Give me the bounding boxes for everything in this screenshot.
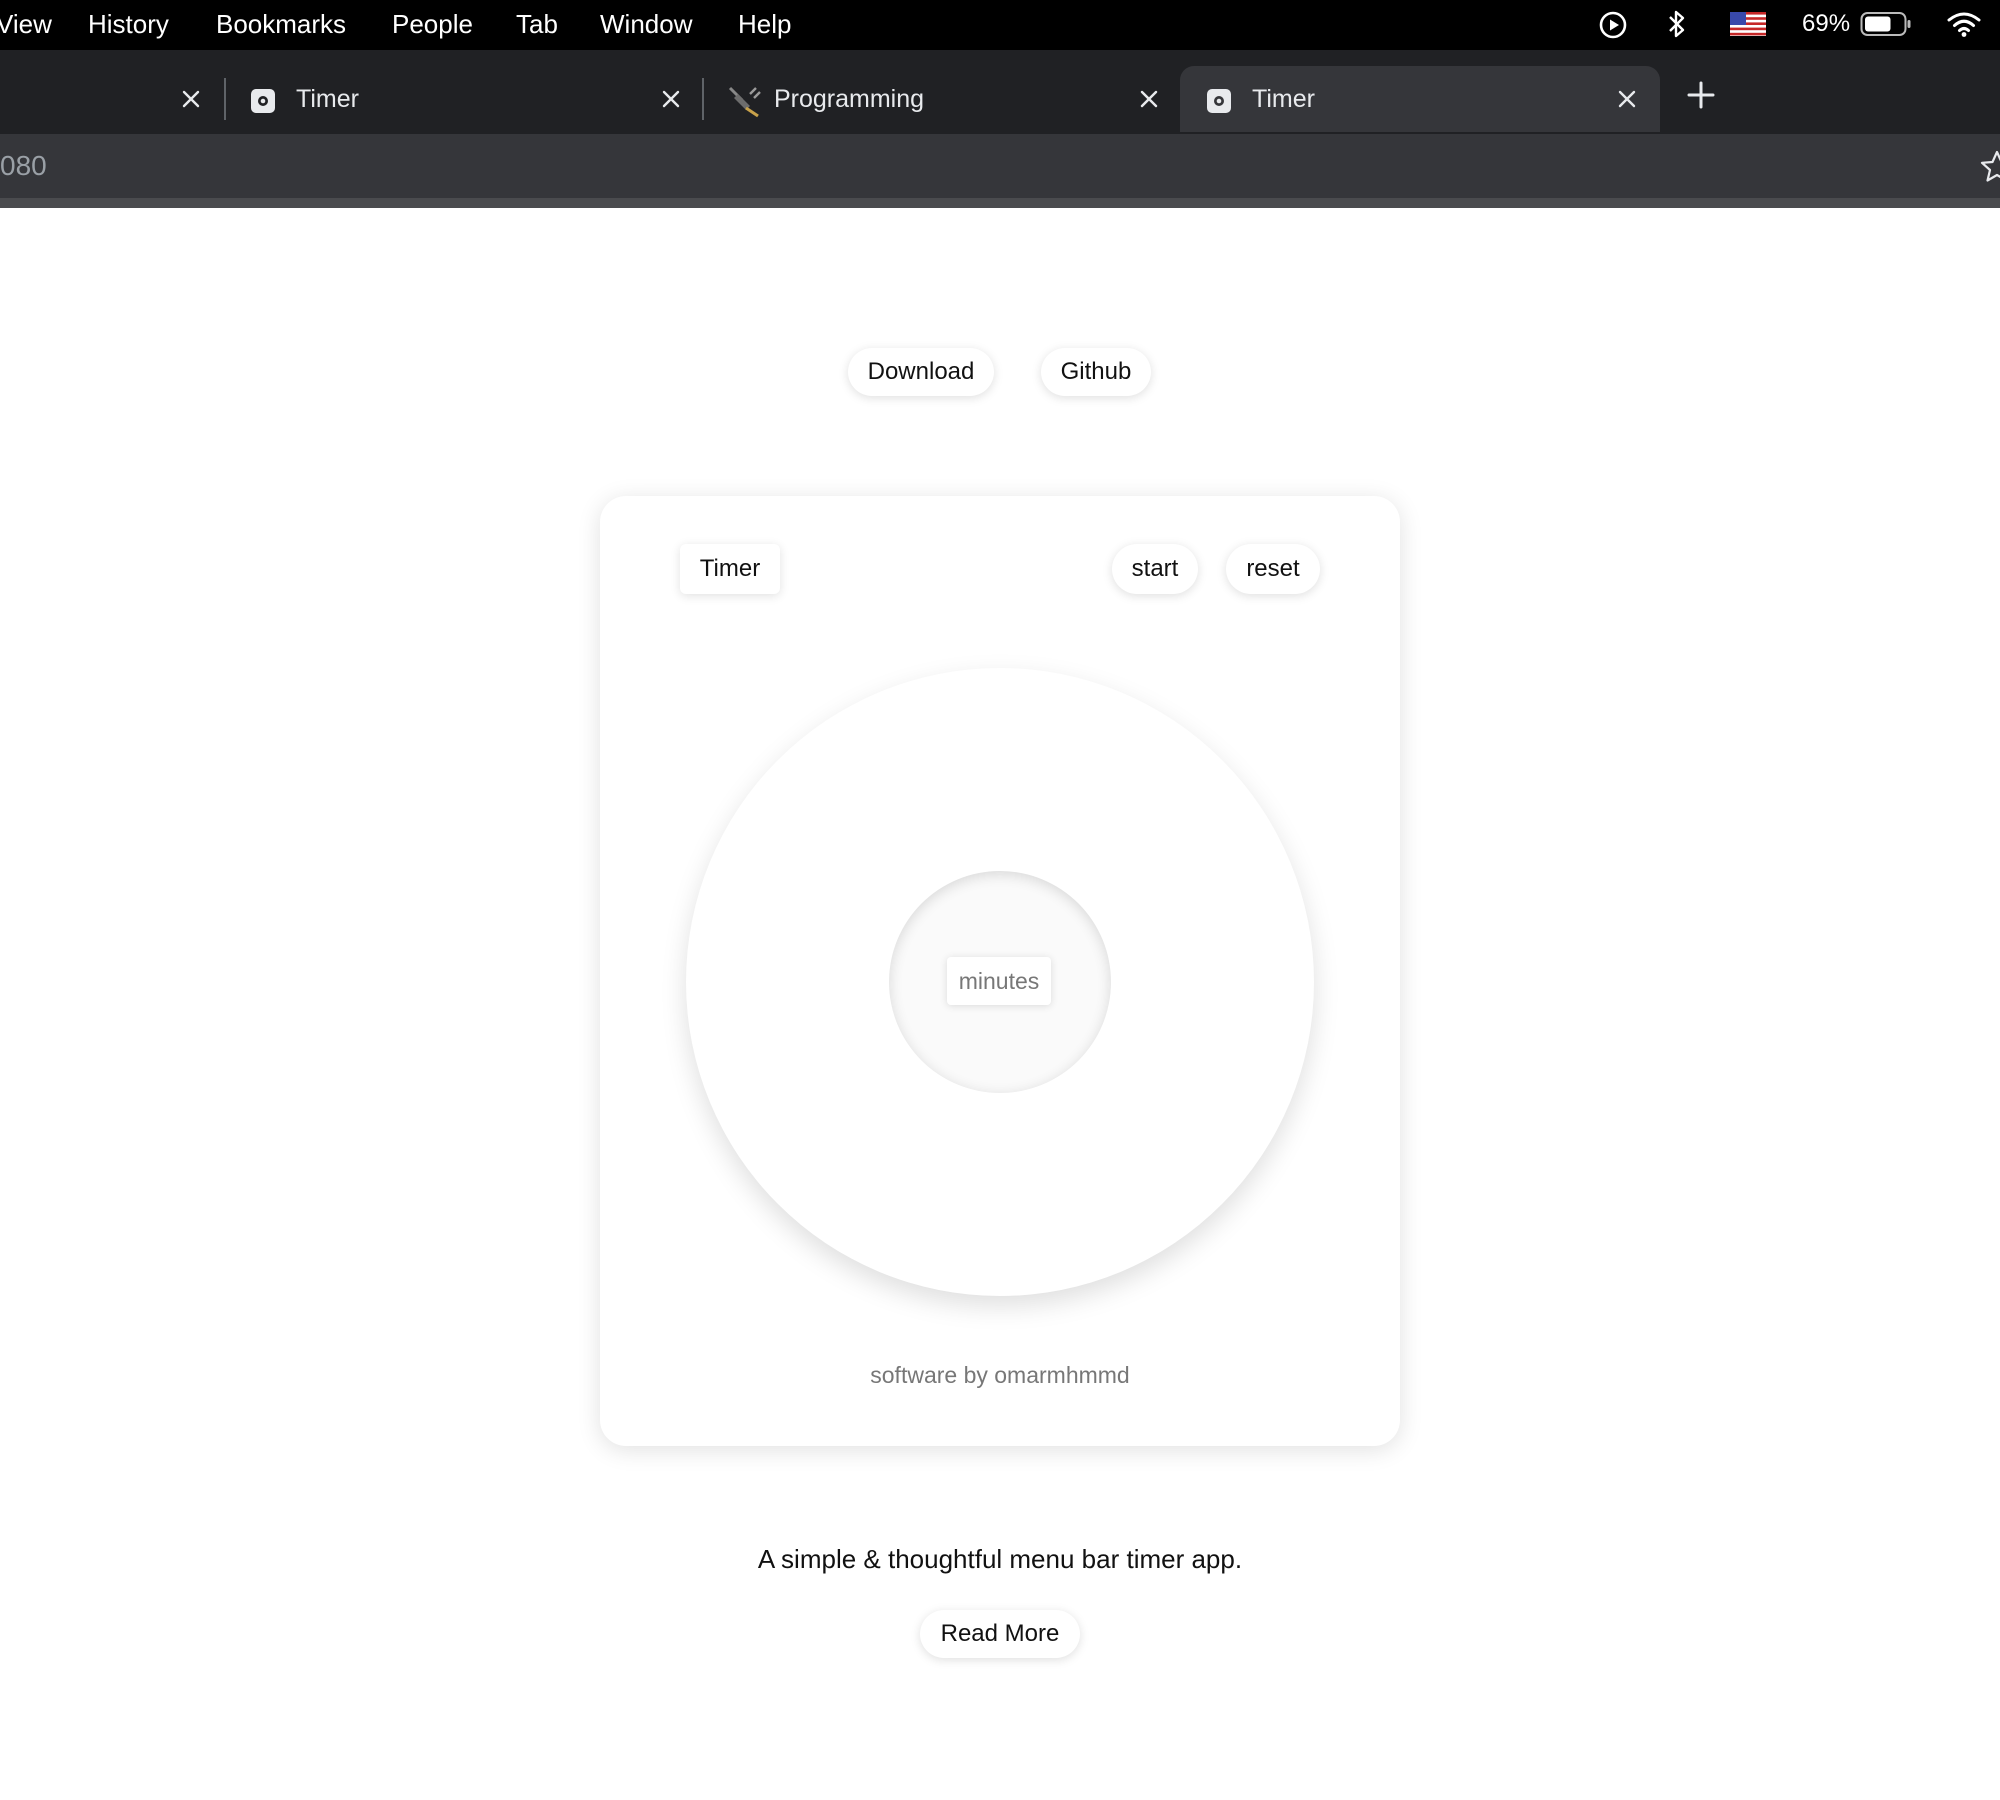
minutes-input[interactable]: minutes <box>947 957 1051 1005</box>
battery-icon[interactable] <box>1860 11 1912 42</box>
close-tab-icon[interactable] <box>660 88 682 115</box>
close-tab-icon[interactable] <box>180 88 202 115</box>
macos-menu-bar: View History Bookmarks People Tab Window… <box>0 0 2000 50</box>
tab-partial[interactable] <box>0 66 222 132</box>
new-tab-plus-icon[interactable] <box>1686 80 1716 115</box>
tagline-text: A simple & thoughtful menu bar timer app… <box>757 1544 1243 1574</box>
start-button[interactable]: start <box>1112 544 1198 594</box>
bluetooth-icon[interactable] <box>1666 8 1688 45</box>
battery-percent: 69% <box>1802 10 1851 37</box>
timer-dial[interactable]: minutes <box>686 668 1314 1296</box>
menu-view[interactable]: View <box>0 0 52 50</box>
close-tab-icon[interactable] <box>1616 88 1638 115</box>
download-button[interactable]: Download <box>848 348 994 396</box>
toolbar-divider <box>0 198 2000 208</box>
menu-people[interactable]: People <box>392 0 473 50</box>
menu-window[interactable]: Window <box>600 0 692 50</box>
reset-button[interactable]: reset <box>1226 544 1320 594</box>
tab-timer[interactable]: Timer <box>226 66 700 132</box>
tab-programming[interactable]: Programming <box>704 66 1178 132</box>
software-credit: software by omarmhmmd <box>870 1362 1130 1388</box>
menu-help[interactable]: Help <box>738 0 791 50</box>
menu-tab[interactable]: Tab <box>516 0 558 50</box>
timer-card: Timer start reset minutes software by om… <box>600 496 1400 1446</box>
tab-title: Programming <box>774 85 925 113</box>
timer-dial-center: minutes <box>889 871 1111 1093</box>
bookmark-star-icon[interactable] <box>1980 150 2000 187</box>
menu-history[interactable]: History <box>88 0 169 50</box>
us-flag-icon[interactable] <box>1730 12 1766 41</box>
plug-favicon-icon <box>726 84 762 123</box>
tab-timer-active[interactable]: Timer <box>1180 66 1660 132</box>
address-bar[interactable]: 080 <box>0 134 2000 198</box>
timer-favicon-icon <box>250 88 276 119</box>
wifi-icon[interactable] <box>1946 10 1982 43</box>
close-tab-icon[interactable] <box>1138 88 1160 115</box>
tab-title: Timer <box>1252 85 1315 113</box>
play-circle-icon[interactable] <box>1598 10 1628 45</box>
timer-title-label: Timer <box>680 544 780 594</box>
menu-bookmarks[interactable]: Bookmarks <box>216 0 346 50</box>
read-more-button[interactable]: Read More <box>920 1610 1080 1658</box>
github-button[interactable]: Github <box>1041 348 1151 396</box>
timer-favicon-icon <box>1206 88 1232 119</box>
tab-title: Timer <box>296 85 359 113</box>
url-text[interactable]: 080 <box>0 134 47 198</box>
